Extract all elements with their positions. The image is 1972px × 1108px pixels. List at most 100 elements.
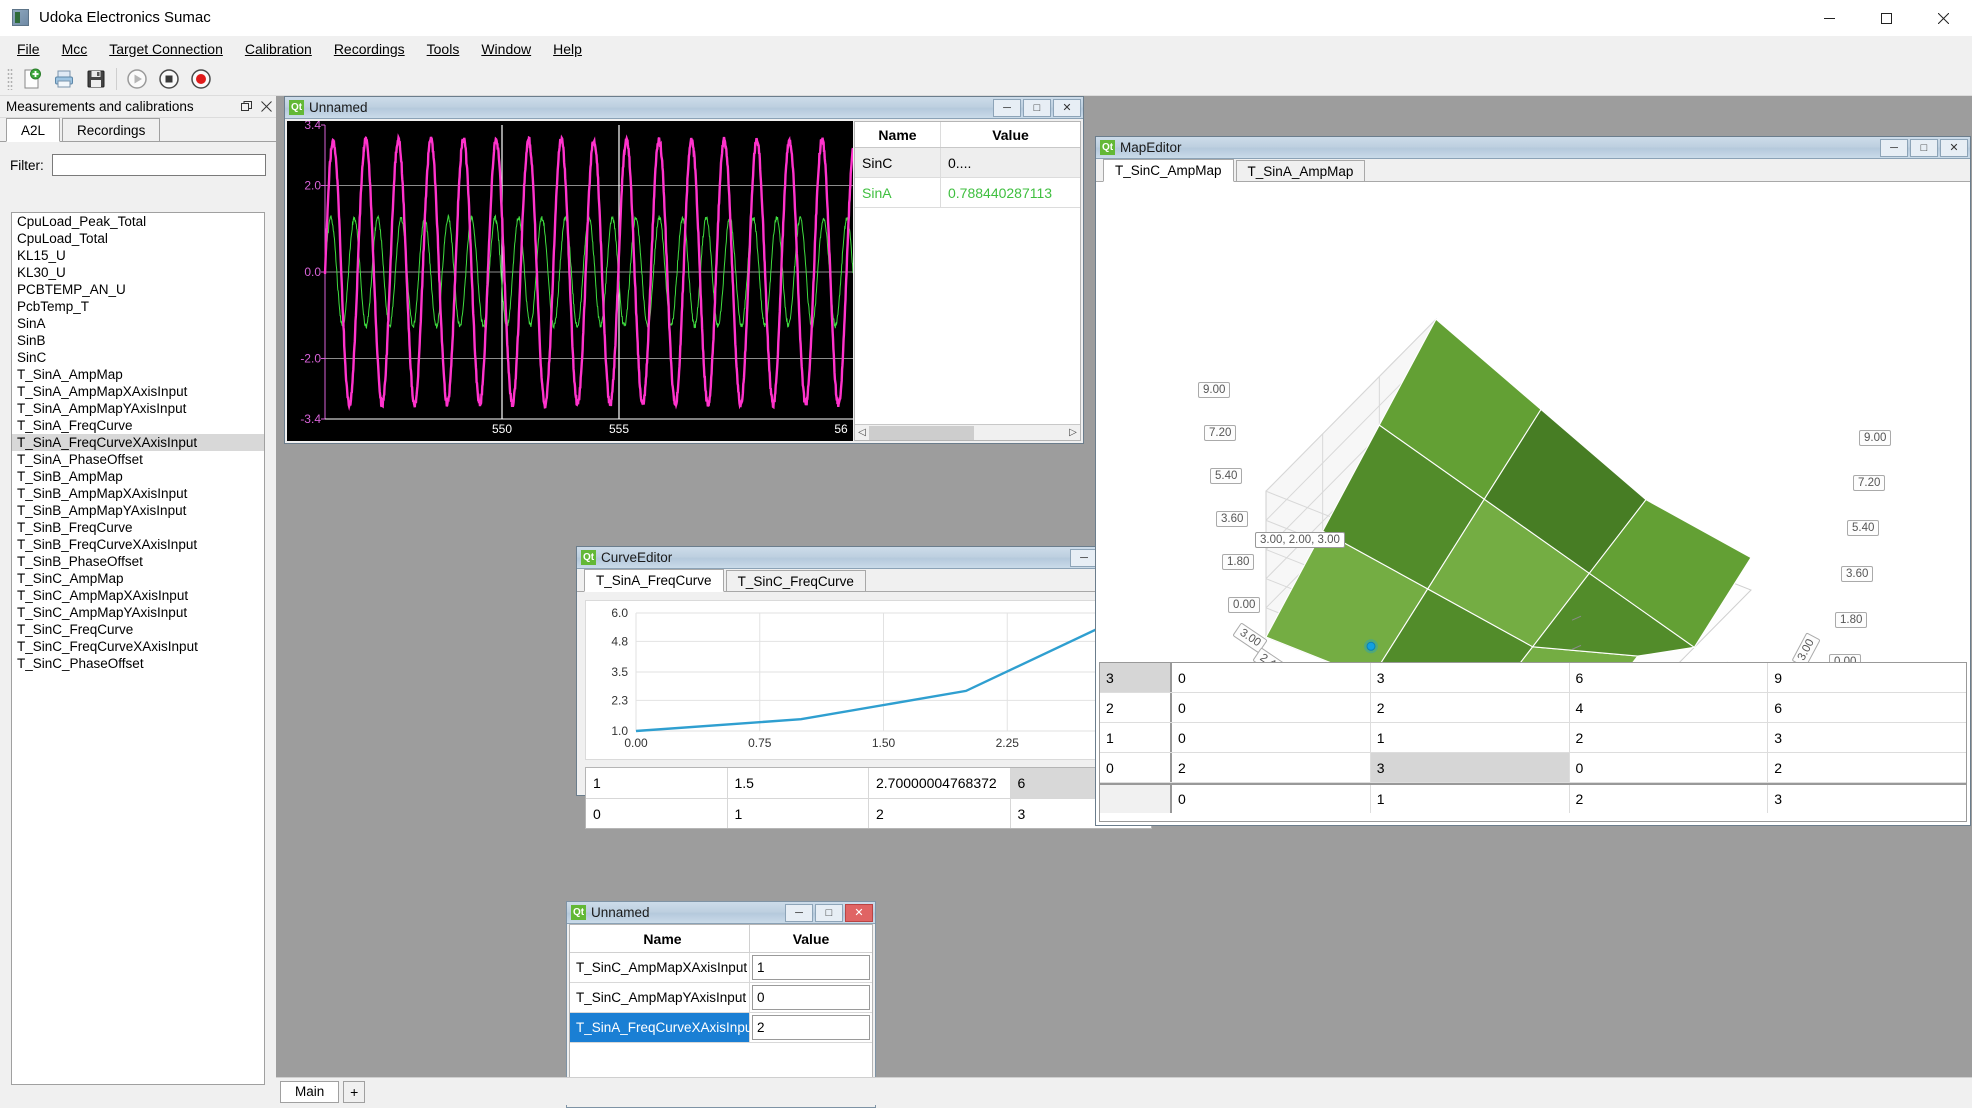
a2l-measurement-list[interactable]: CpuLoad_Peak_TotalCpuLoad_TotalKL15_UKL3… (11, 212, 265, 1085)
tab-t-sina-freqcurve[interactable]: T_SinA_FreqCurve (584, 569, 724, 592)
map-cell[interactable]: 0 (1570, 753, 1769, 782)
list-item[interactable]: PCBTEMP_AN_U (12, 281, 264, 298)
menu-file[interactable]: File (6, 38, 51, 60)
list-item[interactable]: T_SinA_FreqCurve (12, 417, 264, 434)
scroll-thumb[interactable] (869, 426, 974, 440)
curve-axis-1[interactable]: 1 (728, 799, 870, 828)
tab-recordings[interactable]: Recordings (62, 118, 160, 141)
curve-editor-title-bar[interactable]: Qt CurveEditor ─ □ ✕ (577, 547, 1160, 569)
window-close-button[interactable] (1915, 0, 1972, 36)
menu-calibration[interactable]: Calibration (234, 38, 323, 60)
list-item[interactable]: T_SinB_FreqCurveXAxisInput (12, 536, 264, 553)
list-item[interactable]: T_SinC_FreqCurve (12, 621, 264, 638)
map-cell[interactable]: 2 (1768, 753, 1966, 782)
parameter-dialog-restore-button[interactable]: □ (815, 904, 843, 922)
menu-window[interactable]: Window (470, 38, 542, 60)
table-row[interactable]: 3 0 3 6 9 (1100, 663, 1966, 693)
row-header[interactable]: 0 (1100, 753, 1172, 782)
float-dock-icon[interactable] (236, 98, 256, 116)
oscilloscope-value-table[interactable]: Name Value SinC 0.... SinA 0.78844028711… (854, 121, 1081, 441)
row-header[interactable]: 3 (1100, 663, 1172, 692)
map-cell[interactable]: 1 (1371, 723, 1570, 752)
map-editor-title-bar[interactable]: Qt MapEditor ─ □ ✕ (1096, 137, 1970, 159)
close-dock-icon[interactable] (256, 98, 276, 116)
row-header[interactable]: 2 (1100, 693, 1172, 722)
table-row[interactable]: SinA 0.788440287113 (855, 178, 1080, 208)
curve-chart[interactable]: 1.02.33.54.86.00.000.751.502.253.00 (585, 600, 1152, 760)
curve-editor-minimize-button[interactable]: ─ (1070, 549, 1098, 567)
scroll-left-icon[interactable]: ◁ (855, 427, 869, 438)
curve-value-2[interactable]: 2.70000004768372 (869, 768, 1011, 798)
menu-target-connection[interactable]: Target Connection (98, 38, 234, 60)
tab-a2l[interactable]: A2L (6, 118, 60, 142)
list-item[interactable]: T_SinB_AmpMapYAxisInput (12, 502, 264, 519)
list-item[interactable]: KL30_U (12, 264, 264, 281)
tab-t-sina-ampmap[interactable]: T_SinA_AmpMap (1236, 160, 1366, 181)
curve-axis-2[interactable]: 2 (869, 799, 1011, 828)
surface-marker[interactable] (1367, 642, 1375, 650)
list-item[interactable]: T_SinA_AmpMap (12, 366, 264, 383)
list-item[interactable]: T_SinA_FreqCurveXAxisInput (12, 434, 264, 451)
list-item[interactable]: CpuLoad_Total (12, 230, 264, 247)
axis-cell[interactable]: 2 (1570, 785, 1769, 813)
curve-value-1[interactable]: 1.5 (728, 768, 870, 798)
tab-t-sinc-freqcurve[interactable]: T_SinC_FreqCurve (726, 570, 866, 591)
parameter-dialog-minimize-button[interactable]: ─ (785, 904, 813, 922)
map-editor-close-button[interactable]: ✕ (1940, 139, 1968, 157)
table-row[interactable]: 1 0 1 2 3 (1100, 723, 1966, 753)
map-cell[interactable]: 6 (1768, 693, 1966, 722)
map-cell[interactable]: 2 (1172, 753, 1371, 782)
table-row[interactable]: T_SinC_AmpMapYAxisInput (570, 983, 872, 1013)
table-row-axis[interactable]: 0 1 2 3 (1100, 783, 1966, 813)
oscilloscope-close-button[interactable]: ✕ (1053, 99, 1081, 117)
curve-axis-0[interactable]: 0 (586, 799, 728, 828)
map-editor-minimize-button[interactable]: ─ (1880, 139, 1908, 157)
list-item[interactable]: T_SinB_AmpMapXAxisInput (12, 485, 264, 502)
list-item[interactable]: T_SinA_AmpMapXAxisInput (12, 383, 264, 400)
scroll-right-icon[interactable]: ▷ (1066, 427, 1080, 438)
axis-cell[interactable]: 0 (1172, 785, 1371, 813)
list-item[interactable]: PcbTemp_T (12, 298, 264, 315)
table-row[interactable]: T_SinC_AmpMapXAxisInput (570, 953, 872, 983)
parameter-value-input[interactable] (752, 1015, 870, 1040)
parameter-dialog-close-button[interactable]: ✕ (845, 904, 873, 922)
add-workspace-tab-button[interactable]: + (343, 1081, 365, 1103)
list-item[interactable]: T_SinA_AmpMapYAxisInput (12, 400, 264, 417)
map-cell[interactable]: 0 (1172, 663, 1371, 692)
map-editor-restore-button[interactable]: □ (1910, 139, 1938, 157)
list-item[interactable]: SinC (12, 349, 264, 366)
record-icon[interactable] (185, 64, 217, 94)
map-cell-selected[interactable]: 3 (1371, 753, 1570, 782)
table-row-selected[interactable]: T_SinA_FreqCurveXAxisInput (570, 1013, 872, 1043)
parameter-value-input[interactable] (752, 985, 870, 1010)
oscilloscope-plot[interactable]: 3.42.00.0-2.0-3.455055556 (287, 121, 853, 441)
list-item[interactable]: SinA (12, 315, 264, 332)
curve-value-0[interactable]: 1 (586, 768, 728, 798)
table-row[interactable]: 2 0 2 4 6 (1100, 693, 1966, 723)
axis-cell[interactable]: 1 (1371, 785, 1570, 813)
scroll-track[interactable] (869, 426, 1066, 440)
menu-tools[interactable]: Tools (416, 38, 471, 60)
print-icon[interactable] (48, 64, 80, 94)
save-icon[interactable] (80, 64, 112, 94)
tab-t-sinc-ampmap[interactable]: T_SinC_AmpMap (1103, 159, 1234, 182)
stop-icon[interactable] (153, 64, 185, 94)
map-cell[interactable]: 4 (1570, 693, 1769, 722)
map-cell[interactable]: 9 (1768, 663, 1966, 692)
menu-recordings[interactable]: Recordings (323, 38, 416, 60)
map-value-table[interactable]: 3 0 3 6 9 2 0 2 4 6 1 0 1 2 (1099, 662, 1967, 822)
list-item[interactable]: T_SinC_FreqCurveXAxisInput (12, 638, 264, 655)
map-cell[interactable]: 0 (1172, 693, 1371, 722)
list-item[interactable]: CpuLoad_Peak_Total (12, 213, 264, 230)
window-maximize-button[interactable] (1858, 0, 1915, 36)
tab-main[interactable]: Main (280, 1081, 339, 1103)
parameter-dialog-title-bar[interactable]: Qt Unnamed ─ □ ✕ (567, 902, 875, 924)
list-item[interactable]: SinB (12, 332, 264, 349)
map-cell[interactable]: 3 (1768, 723, 1966, 752)
map-cell[interactable]: 0 (1172, 723, 1371, 752)
menu-mcc[interactable]: Mcc (51, 38, 99, 60)
list-item[interactable]: T_SinC_PhaseOffset (12, 655, 264, 672)
table-row[interactable]: SinC 0.... (855, 148, 1080, 178)
window-minimize-button[interactable] (1801, 0, 1858, 36)
oscilloscope-title-bar[interactable]: Qt Unnamed ─ □ ✕ (285, 97, 1083, 119)
